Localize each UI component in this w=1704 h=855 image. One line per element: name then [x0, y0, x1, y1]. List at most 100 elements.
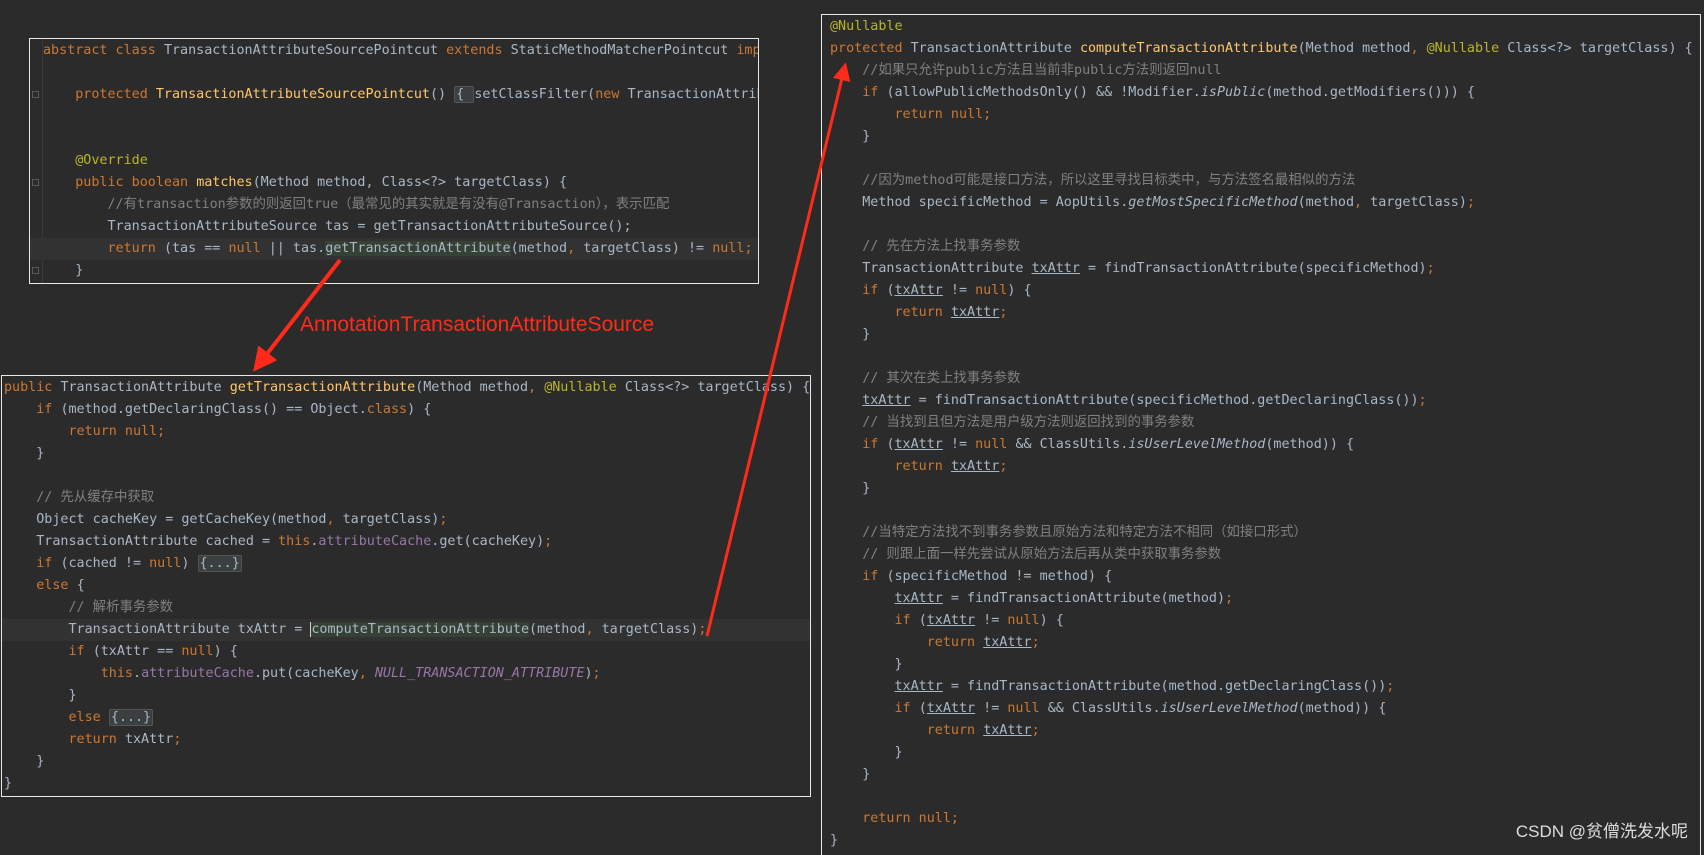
- code-line[interactable]: if (txAttr != null) {: [822, 280, 1700, 302]
- code-token: ;: [592, 666, 601, 681]
- code-line[interactable]: }: [2, 773, 810, 795]
- code-line[interactable]: public TransactionAttribute getTransacti…: [2, 377, 810, 399]
- code-line[interactable]: return (tas == null || tas.getTransactio…: [30, 238, 758, 260]
- code-line[interactable]: Object cacheKey = getCacheKey(method, ta…: [2, 509, 810, 531]
- code-line[interactable]: // 解析事务参数: [2, 597, 810, 619]
- code-token: ,: [528, 380, 545, 395]
- code-line[interactable]: }: [2, 443, 810, 465]
- code-token: txAttr: [983, 635, 1032, 650]
- code-line[interactable]: return null;: [2, 421, 810, 443]
- code-line[interactable]: }: [822, 126, 1700, 148]
- code-line[interactable]: TransactionAttribute txAttr = computeTra…: [2, 619, 810, 641]
- code-line[interactable]: // 先在方法上找事务参数: [822, 236, 1700, 258]
- code-token: matches: [196, 175, 253, 190]
- code-line[interactable]: @Nullable: [822, 16, 1700, 38]
- code-line[interactable]: return null;: [822, 104, 1700, 126]
- code-line[interactable]: [30, 62, 758, 84]
- code-line[interactable]: public boolean matches(Method method, Cl…: [30, 172, 758, 194]
- code-line[interactable]: [822, 500, 1700, 522]
- code-line[interactable]: txAttr = findTransactionAttribute(method…: [822, 588, 1700, 610]
- code-token: (method.getModifiers())) {: [1265, 85, 1475, 100]
- code-line[interactable]: if (txAttr != null && ClassUtils.isUserL…: [822, 434, 1700, 456]
- code-line[interactable]: [822, 214, 1700, 236]
- code-line[interactable]: //如果只允许public方法且当前非public方法则返回null: [822, 60, 1700, 82]
- code-line[interactable]: return txAttr;: [822, 720, 1700, 742]
- code-line[interactable]: [822, 148, 1700, 170]
- code-line[interactable]: return txAttr;: [2, 729, 810, 751]
- code-line[interactable]: [30, 106, 758, 128]
- code-line[interactable]: // 则跟上面一样先尝试从原始方法后再从类中获取事务参数: [822, 544, 1700, 566]
- code-line[interactable]: }: [822, 324, 1700, 346]
- code-token: (method.getDeclaringClass() == Object.: [60, 402, 367, 417]
- code-token: ) {: [1039, 613, 1064, 628]
- code-line[interactable]: }: [822, 764, 1700, 786]
- code-line[interactable]: if (specificMethod != method) {: [822, 566, 1700, 588]
- code-token: (: [918, 701, 927, 716]
- code-token: getMostSpecificMethod: [1128, 195, 1298, 210]
- code-line[interactable]: [30, 128, 758, 150]
- code-line[interactable]: }: [822, 654, 1700, 676]
- code-line[interactable]: //当特定方法找不到事务参数且原始方法和特定方法不相同（如接口形式）: [822, 522, 1700, 544]
- code-token: isUserLevelMethod: [1160, 701, 1298, 716]
- code-token: if: [894, 613, 919, 628]
- code-line[interactable]: if (method.getDeclaringClass() == Object…: [2, 399, 810, 421]
- code-line[interactable]: // 当找到且但方法是用户级方法则返回找到的事务参数: [822, 412, 1700, 434]
- code-line[interactable]: return txAttr;: [822, 632, 1700, 654]
- code-line[interactable]: // 其次在类上找事务参数: [822, 368, 1700, 390]
- code-line[interactable]: }: [2, 685, 810, 707]
- code-line[interactable]: Method specificMethod = AopUtils.getMost…: [822, 192, 1700, 214]
- code-line[interactable]: TransactionAttribute cached = this.attri…: [2, 531, 810, 553]
- code-line[interactable]: abstract class TransactionAttributeSourc…: [30, 40, 758, 62]
- code-token: = findTransactionAttribute(method): [942, 591, 1226, 606]
- code-line[interactable]: TransactionAttribute txAttr = findTransa…: [822, 258, 1700, 280]
- code-token: null: [181, 644, 214, 659]
- code-line[interactable]: //有transaction参数的则返回true（最常见的其实就是有没有@Tra…: [30, 194, 758, 216]
- code-token: if: [894, 701, 919, 716]
- code-line[interactable]: if (txAttr != null && ClassUtils.isUserL…: [822, 698, 1700, 720]
- code-line[interactable]: txAttr = findTransactionAttribute(specif…: [822, 390, 1700, 412]
- code-token: ,: [1410, 41, 1427, 56]
- code-token: {: [76, 578, 85, 593]
- code-token: txAttr: [894, 679, 943, 694]
- code-token: imp: [736, 43, 758, 58]
- code-line[interactable]: }: [822, 478, 1700, 500]
- code-line[interactable]: return txAttr;: [822, 456, 1700, 478]
- watermark-text: CSDN @贫僧洗发水呢: [1515, 822, 1688, 841]
- code-token: ;: [1386, 679, 1395, 694]
- annotation-caption: AnnotationTransactionAttributeSource: [300, 313, 655, 336]
- code-line[interactable]: if (allowPublicMethodsOnly() && !Modifie…: [822, 82, 1700, 104]
- code-line[interactable]: protected TransactionAttribute computeTr…: [822, 38, 1700, 60]
- code-token: (Method method: [1297, 41, 1411, 56]
- code-token: }: [830, 833, 839, 848]
- code-line[interactable]: [2, 465, 810, 487]
- code-line[interactable]: if (txAttr == null) {: [2, 641, 810, 663]
- code-token: && ClassUtils.: [1015, 437, 1129, 452]
- code-line[interactable]: protected TransactionAttributeSourcePoin…: [30, 84, 758, 106]
- code-token: isUserLevelMethod: [1128, 437, 1266, 452]
- code-line[interactable]: txAttr = findTransactionAttribute(method…: [822, 676, 1700, 698]
- code-line[interactable]: else {: [2, 575, 810, 597]
- code-line[interactable]: //因为method可能是接口方法，所以这里寻找目标类中，与方法签名最相似的方法: [822, 170, 1700, 192]
- code-line[interactable]: // 先从缓存中获取: [2, 487, 810, 509]
- code-token: = findTransactionAttribute(specificMetho…: [910, 393, 1419, 408]
- code-line[interactable]: TransactionAttributeSource tas = getTran…: [30, 216, 758, 238]
- code-line[interactable]: this.attributeCache.put(cacheKey, NULL_T…: [2, 663, 810, 685]
- code-token: {...}: [108, 709, 154, 726]
- code-token: ,: [585, 622, 602, 637]
- code-line[interactable]: if (txAttr != null) {: [822, 610, 1700, 632]
- code-token: getTransactionAttribute: [325, 241, 511, 256]
- code-line[interactable]: }: [30, 260, 758, 282]
- code-line[interactable]: }: [822, 742, 1700, 764]
- code-line[interactable]: return txAttr;: [822, 302, 1700, 324]
- code-line[interactable]: [822, 786, 1700, 808]
- code-line[interactable]: [822, 346, 1700, 368]
- code-line[interactable]: else {...}: [2, 707, 810, 729]
- code-line[interactable]: @Override: [30, 150, 758, 172]
- code-line[interactable]: }: [2, 751, 810, 773]
- code-token: //当特定方法找不到事务参数且原始方法和特定方法不相同（如接口形式）: [862, 525, 1307, 540]
- code-line[interactable]: if (cached != null) {...}: [2, 553, 810, 575]
